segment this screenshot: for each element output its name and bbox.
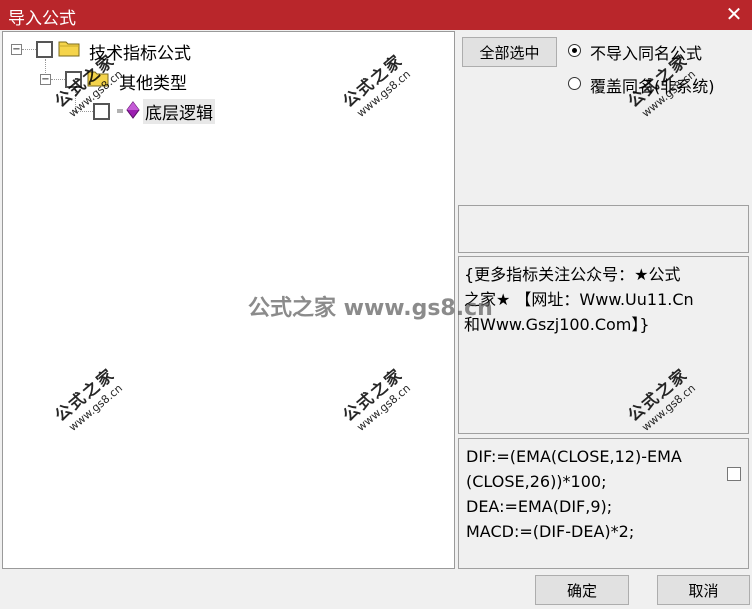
tree-node-checkbox[interactable]: [65, 71, 82, 88]
info-line: 和Www.Gszj100.Com】}: [464, 315, 650, 334]
radio-no-import-same-name[interactable]: 不导入同名公式: [568, 40, 748, 63]
tree-node-label: 技术指标公式: [89, 44, 191, 64]
tree-node-label: 底层逻辑: [143, 99, 215, 124]
formula-line: DIF:=(EMA(CLOSE,12)-EMA: [466, 447, 682, 466]
info-line: 之家★ 【网址：Www.Uu11.Cn: [464, 290, 694, 309]
tree-node-checkbox[interactable]: [36, 41, 53, 58]
collapse-icon[interactable]: −: [11, 44, 22, 55]
cancel-button[interactable]: 取消: [657, 575, 750, 605]
formula-gem-icon: [117, 101, 140, 119]
radio-label: 覆盖同名(非系统): [590, 77, 715, 96]
tree-node-technical-indicators[interactable]: − 技术指标公式: [3, 38, 303, 64]
tree-node-other-types[interactable]: − 其他类型: [3, 68, 303, 94]
folder-icon: [58, 41, 80, 57]
title-bar: 导入公式 ✕: [0, 0, 752, 30]
formula-line: (CLOSE,26))*100;: [466, 472, 607, 491]
info-line: {更多指标关注公众号：★公式: [464, 265, 681, 284]
tree-node-bottom-logic[interactable]: 底层逻辑: [3, 98, 303, 124]
folder-icon: [87, 71, 109, 87]
radio-label: 不导入同名公式: [590, 44, 703, 63]
description-field[interactable]: [458, 205, 749, 253]
radio-button[interactable]: [568, 77, 581, 90]
close-icon[interactable]: ✕: [722, 1, 746, 27]
window-title: 导入公式: [8, 9, 76, 29]
formula-tree-panel[interactable]: − 技术指标公式 − 其他类型 底层逻辑: [2, 31, 455, 569]
formula-source-text: DIF:=(EMA(CLOSE,12)-EMA (CLOSE,26))*100;…: [466, 444, 726, 544]
radio-button[interactable]: [568, 44, 581, 57]
formula-checkbox[interactable]: [727, 467, 741, 481]
radio-overwrite-same-name[interactable]: 覆盖同名(非系统): [568, 73, 748, 96]
formula-line: DEA:=EMA(DIF,9);: [466, 497, 613, 516]
info-text: {更多指标关注公众号：★公式 之家★ 【网址：Www.Uu11.Cn 和Www.…: [464, 262, 744, 337]
tree-node-label: 其他类型: [119, 74, 187, 94]
formula-line: MACD:=(DIF-DEA)*2;: [466, 522, 635, 541]
collapse-icon[interactable]: −: [40, 74, 51, 85]
ok-button[interactable]: 确定: [535, 575, 629, 605]
tree-node-checkbox[interactable]: [93, 103, 110, 120]
select-all-button[interactable]: 全部选中: [462, 37, 557, 67]
bottom-button-bar: 确定 取消: [0, 569, 752, 609]
